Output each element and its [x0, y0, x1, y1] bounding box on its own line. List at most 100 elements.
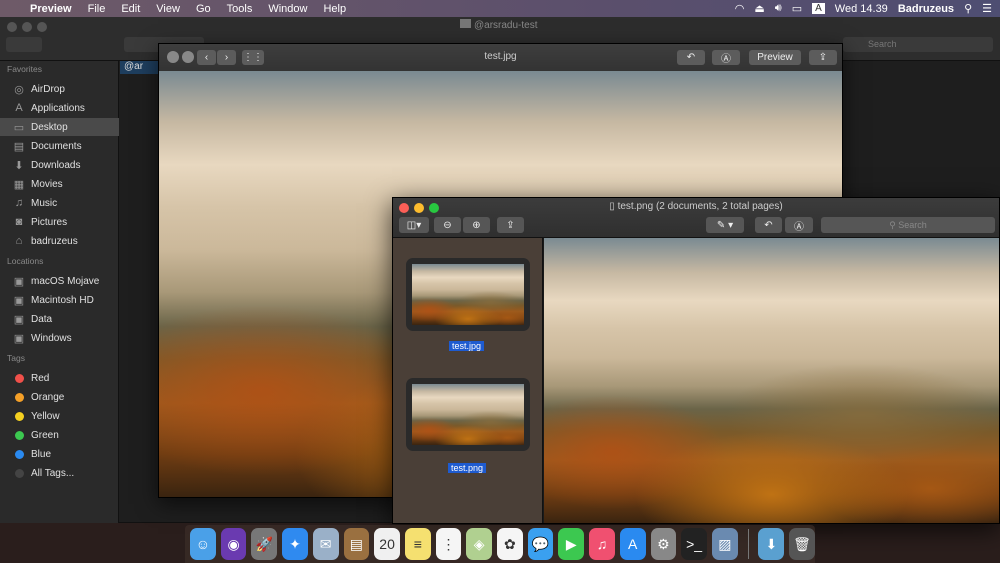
dock-trash-icon[interactable]: 🗑	[789, 528, 815, 560]
share-button[interactable]: ⇪	[809, 50, 837, 65]
camera-icon: ◙	[15, 216, 23, 228]
menu-tools[interactable]: Tools	[219, 3, 261, 15]
preview-toolbar: ▯ test.png (2 documents, 2 total pages) …	[393, 198, 999, 238]
zoom-out-button[interactable]: ⊖	[434, 217, 461, 233]
menu-view[interactable]: View	[148, 3, 188, 15]
sidebar-item-data[interactable]: ▣ Data	[0, 310, 119, 328]
sidebar-item-desktop[interactable]: ▭ Desktop	[0, 118, 119, 136]
sidebar-item-red[interactable]: Red	[0, 369, 119, 387]
sidebar-item-documents[interactable]: ▤ Documents	[0, 137, 119, 155]
share-button[interactable]: ⇪	[497, 217, 524, 233]
sidebar-item-label: Movies	[31, 178, 63, 190]
dock-launchpad-icon[interactable]: 🚀	[251, 528, 278, 560]
thumbnail-test-jpg[interactable]	[406, 258, 530, 331]
sidebar-item-label: Applications	[31, 102, 85, 114]
dock-downloads-folder-icon[interactable]: ⬇	[758, 528, 785, 560]
markup-button[interactable]: Ⓐ	[785, 217, 813, 233]
volume-icon[interactable]: 🔊︎	[775, 2, 782, 15]
eject-icon[interactable]: ⏏	[754, 2, 764, 15]
finder-sidebar: Favorites ◎ AirDrop A Applications ▭ Desktop ▤ D…	[0, 61, 119, 523]
sidebar-item-badruzeus[interactable]: ⌂ badruzeus	[0, 232, 119, 250]
sidebar-item-macos-mojave[interactable]: ▣ macOS Mojave	[0, 272, 119, 290]
sidebar-item-orange[interactable]: Orange	[0, 388, 119, 406]
sidebar-item-macintosh-hd[interactable]: ▣ Macintosh HD	[0, 291, 119, 309]
menu-edit[interactable]: Edit	[113, 3, 148, 15]
finder-search-input[interactable]: Search	[843, 37, 993, 52]
zoom-in-button[interactable]: ⊕	[463, 217, 490, 233]
sidebar-item-label: badruzeus	[31, 235, 78, 247]
sidebar-item-all-tags[interactable]: All Tags...	[0, 464, 119, 482]
menu-go[interactable]: Go	[188, 3, 219, 15]
thumbnail-test-png[interactable]	[406, 378, 530, 451]
dock-mail-icon[interactable]: ✉	[312, 528, 339, 560]
tag-dot-icon	[13, 410, 25, 422]
dock-preview-icon[interactable]: ▨	[711, 528, 738, 560]
sidebar-item-blue[interactable]: Blue	[0, 445, 119, 463]
thumbnail-sidebar: test.jpg test.png	[393, 238, 543, 523]
back-forward-buttons[interactable]	[6, 37, 42, 52]
sidebar-item-movies[interactable]: ▦ Movies	[0, 175, 119, 193]
dock-messages-icon[interactable]: 💬	[527, 528, 554, 560]
tag-dot-icon	[13, 448, 25, 460]
rotate-button[interactable]: ↶	[677, 50, 705, 65]
sidebar-item-applications[interactable]: A Applications	[0, 99, 119, 117]
rotate-button[interactable]: ↶	[755, 217, 782, 233]
highlight-button[interactable]: ✎ ▾	[706, 217, 744, 233]
dock-photos-icon[interactable]: ✿	[497, 528, 523, 560]
dock-itunes-icon[interactable]: ♫	[589, 528, 615, 560]
file-list-item[interactable]: @ar	[120, 61, 160, 74]
sidebar-item-music[interactable]: ♫ Music	[0, 194, 119, 212]
applications-icon: A	[15, 102, 23, 114]
sidebar-item-label: All Tags...	[31, 467, 75, 479]
disk-icon: ▣	[13, 332, 25, 345]
sidebar-item-downloads[interactable]: ⬇ Downloads	[0, 156, 119, 174]
dock-contacts-icon[interactable]: ▤	[343, 528, 370, 560]
input-source-icon[interactable]: A	[812, 3, 825, 14]
dock-facetime-icon[interactable]: ▶	[558, 528, 585, 560]
sidebar-header-locations: Locations	[7, 256, 44, 266]
dock-app-store-icon[interactable]: A	[619, 528, 646, 560]
menu-help[interactable]: Help	[315, 3, 354, 15]
dock-safari-icon[interactable]: ✦	[282, 528, 308, 560]
sidebar-item-green[interactable]: Green	[0, 426, 119, 444]
menu-window[interactable]: Window	[260, 3, 315, 15]
thumbnail-label[interactable]: test.png	[448, 463, 487, 473]
sidebar-item-yellow[interactable]: Yellow	[0, 407, 119, 425]
sidebar-item-airdrop[interactable]: ◎ AirDrop	[0, 80, 119, 98]
dock-maps-icon[interactable]: ◈	[466, 528, 493, 560]
close-button[interactable]	[7, 22, 17, 32]
dock-siri-icon[interactable]: ◉	[220, 528, 247, 560]
dock-reminders-icon[interactable]: ⋮	[435, 528, 462, 560]
dock-notes-icon[interactable]: ≡	[404, 528, 431, 560]
sidebar-item-label: Windows	[31, 332, 72, 344]
dock-terminal-icon[interactable]: >_	[681, 528, 707, 560]
sidebar-toggle-button[interactable]: ◫▾	[399, 217, 429, 233]
sidebar-item-windows[interactable]: ▣ Windows	[0, 329, 119, 347]
menu-app-name[interactable]: Preview	[22, 3, 80, 15]
window-title: ▯ test.png (2 documents, 2 total pages)	[609, 201, 783, 212]
menu-bar: Preview File Edit View Go Tools Window Help ◠ …	[0, 0, 1000, 17]
spotlight-icon[interactable]: ⚲	[964, 2, 972, 15]
sidebar-item-label: Desktop	[31, 121, 68, 133]
open-in-preview-button[interactable]: Preview	[749, 50, 801, 65]
downloads-icon: ⬇	[14, 159, 24, 172]
sidebar-item-label: Documents	[31, 140, 82, 152]
user-menu[interactable]: Badruzeus	[898, 3, 954, 15]
dock-finder-icon[interactable]: ☺	[190, 528, 216, 560]
zoom-button[interactable]	[37, 22, 47, 32]
notification-center-icon[interactable]: ☰	[982, 2, 992, 15]
sidebar-item-pictures[interactable]: ◙ Pictures	[0, 213, 119, 231]
dock-system-preferences-icon[interactable]: ⚙	[650, 528, 677, 560]
dock-calendar-icon[interactable]: 20	[374, 528, 400, 560]
search-input[interactable]: ⚲ Search	[821, 217, 995, 233]
battery-icon[interactable]: ▭	[792, 2, 802, 15]
clock[interactable]: Wed 14.39	[835, 3, 888, 15]
documents-icon: ▤	[13, 140, 25, 153]
menu-file[interactable]: File	[80, 3, 114, 15]
tag-dot-icon	[13, 391, 25, 403]
markup-button[interactable]: Ⓐ	[712, 50, 740, 65]
thumbnail-label[interactable]: test.jpg	[449, 341, 485, 351]
wifi-icon[interactable]: ◠	[735, 2, 745, 15]
tag-dot-icon	[13, 467, 25, 479]
minimize-button[interactable]	[22, 22, 32, 32]
